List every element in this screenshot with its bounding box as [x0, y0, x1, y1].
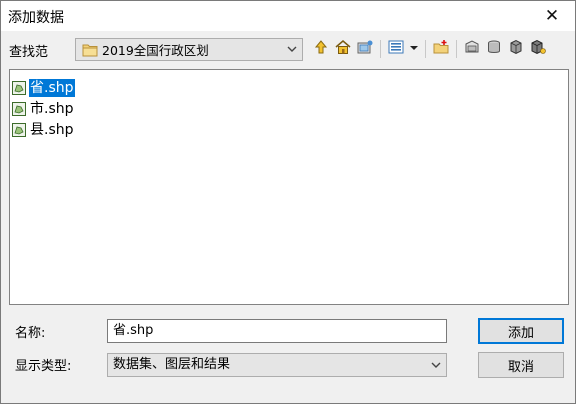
list-item[interactable]: 市.shp: [12, 99, 75, 119]
toolbar: [310, 38, 549, 60]
add-data-dialog: 添加数据 ✕ 查找范 2019全国行政区划 省.shp 市.shp 县.shp …: [0, 0, 576, 404]
toolbar-separator: [425, 40, 426, 58]
list-item[interactable]: 县.shp: [12, 120, 75, 140]
toolbar-separator: [380, 40, 381, 58]
file-name: 县.shp: [30, 122, 74, 138]
catalog-button[interactable]: [461, 38, 483, 60]
home-icon: [335, 39, 351, 59]
view-dropdown-icon: [409, 42, 419, 57]
folder-icon: [82, 42, 98, 58]
lookin-combobox[interactable]: 2019全国行政区划: [75, 38, 303, 61]
cancel-button[interactable]: 取消: [478, 352, 564, 378]
go-up-button[interactable]: [310, 38, 332, 60]
go-up-icon: [313, 39, 329, 59]
file-name: 省.shp: [29, 79, 75, 97]
chevron-down-icon: [286, 42, 298, 56]
connect-folder-button[interactable]: [354, 38, 376, 60]
server-connect-icon: [530, 39, 546, 59]
catalog-icon: [464, 39, 480, 59]
title-bar: 添加数据 ✕: [1, 1, 575, 31]
database-button[interactable]: [483, 38, 505, 60]
shapefile-icon: [12, 102, 26, 116]
shapefile-icon: [12, 81, 26, 95]
lookin-label: 查找范: [9, 45, 49, 60]
server-connect-button[interactable]: [527, 38, 549, 60]
list-view-button[interactable]: [385, 38, 407, 60]
type-combobox[interactable]: 数据集、图层和结果: [107, 353, 447, 377]
type-label: 显示类型:: [15, 359, 72, 374]
window-title: 添加数据: [8, 10, 64, 26]
new-folder-button[interactable]: [430, 38, 452, 60]
close-icon: ✕: [544, 6, 560, 26]
type-value: 数据集、图层和结果: [113, 357, 231, 372]
new-folder-icon: [433, 39, 449, 59]
server-button[interactable]: [505, 38, 527, 60]
home-button[interactable]: [332, 38, 354, 60]
connect-folder-icon: [357, 39, 373, 59]
toolbar-separator: [456, 40, 457, 58]
name-label: 名称:: [15, 326, 46, 341]
file-list[interactable]: 省.shp 市.shp 县.shp: [9, 69, 569, 305]
close-button[interactable]: ✕: [529, 1, 575, 31]
file-name: 市.shp: [30, 101, 74, 117]
chevron-down-icon: [430, 358, 442, 372]
lookin-value: 2019全国行政区划: [102, 43, 209, 58]
add-button[interactable]: 添加: [478, 318, 564, 344]
server-icon: [508, 39, 524, 59]
view-dropdown-button[interactable]: [407, 38, 421, 60]
list-view-icon: [388, 39, 404, 59]
shapefile-icon: [12, 123, 26, 137]
name-input[interactable]: 省.shp: [107, 319, 447, 343]
database-icon: [486, 39, 502, 59]
list-item[interactable]: 省.shp: [12, 78, 75, 98]
